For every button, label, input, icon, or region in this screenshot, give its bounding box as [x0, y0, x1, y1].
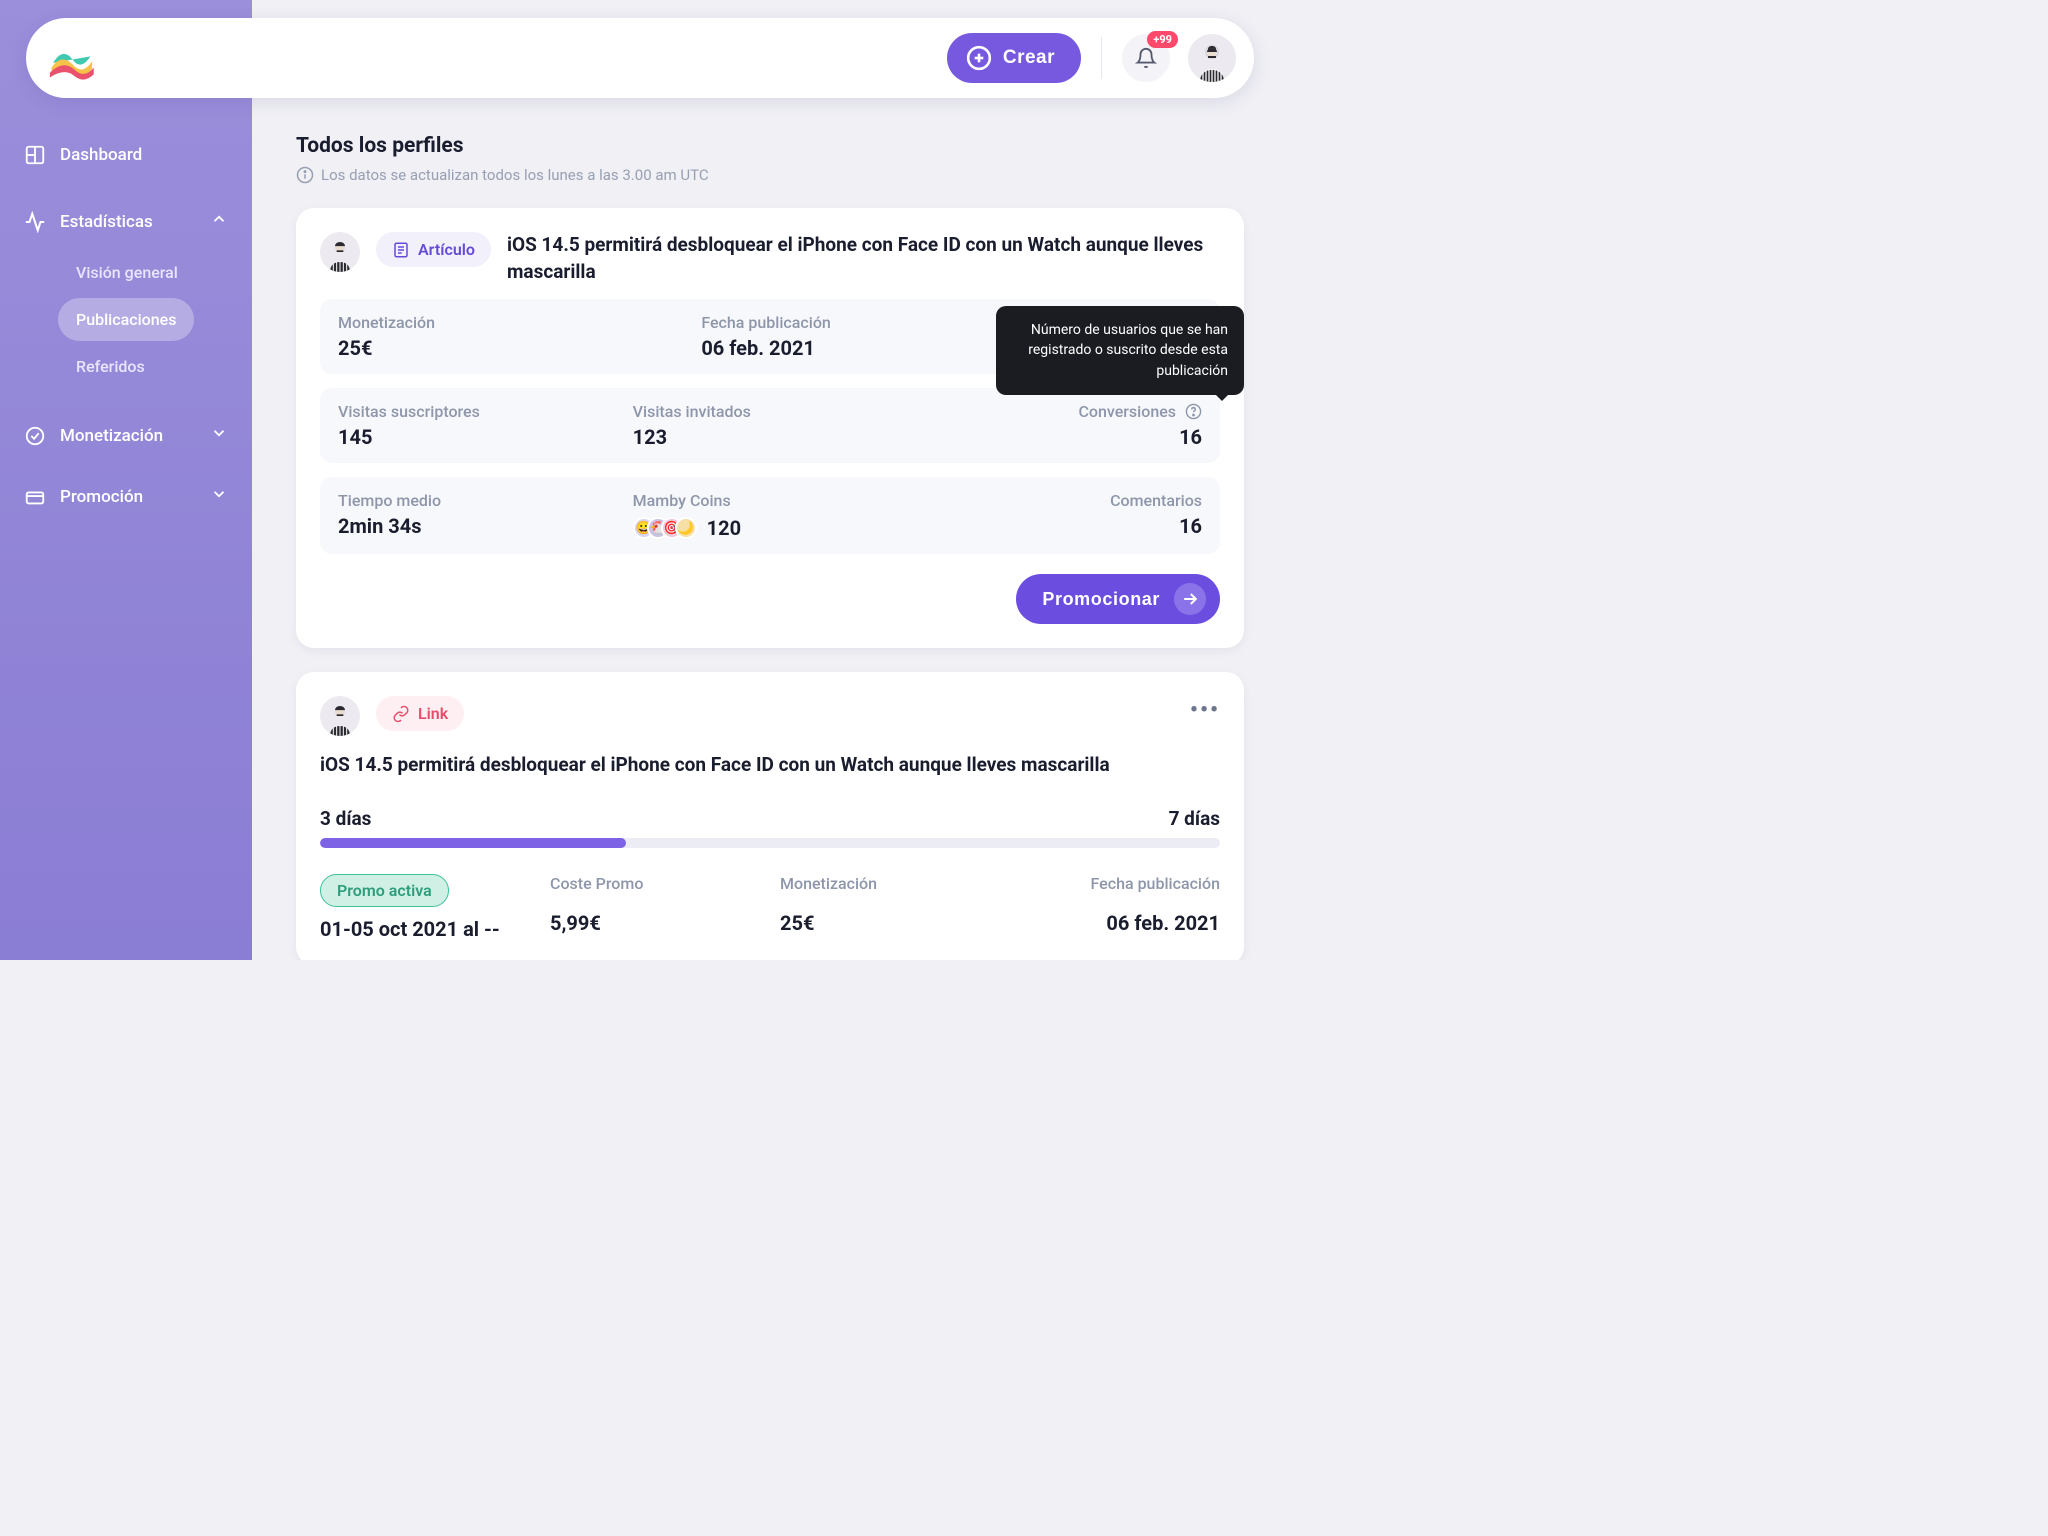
stat-label-monetization: Monetización: [780, 874, 990, 893]
create-label: Crear: [1003, 47, 1055, 69]
promo-active-badge: Promo activa: [320, 874, 449, 907]
sidebar-item-stats[interactable]: Estadísticas: [0, 196, 252, 247]
bell-icon: [1135, 47, 1157, 69]
stat-label-guest-visits: Visitas invitados: [633, 402, 908, 421]
page-title: Todos los perfiles: [296, 134, 1244, 158]
notifications-button[interactable]: +99: [1122, 34, 1170, 82]
divider: [1101, 37, 1102, 79]
progress-left-label: 3 días: [320, 807, 371, 830]
chevron-up-icon: [210, 210, 228, 233]
coins-group: 😀 🐔 🎯 🌙 120: [633, 516, 908, 540]
stat-val-guest-visits: 123: [633, 425, 908, 449]
author-avatar[interactable]: [320, 232, 360, 272]
content-type-pill-article: Artículo: [376, 232, 491, 267]
article-icon: [392, 241, 410, 259]
sidebar-sub-referrals[interactable]: Referidos: [58, 345, 163, 388]
sidebar-label-promotion: Promoción: [60, 487, 143, 507]
sidebar: Dashboard Estadísticas Visión general Pu…: [0, 0, 252, 960]
author-avatar[interactable]: [320, 696, 360, 736]
sidebar-label-dashboard: Dashboard: [60, 145, 142, 165]
post-title: iOS 14.5 permitirá desbloquear el iPhone…: [320, 752, 1220, 779]
sidebar-item-promotion[interactable]: Promoción: [0, 471, 252, 522]
stat-label-conversions: Conversiones: [927, 402, 1202, 421]
promote-button[interactable]: Promocionar: [1016, 574, 1220, 624]
main-content: Todos los perfiles Los datos se actualiz…: [252, 0, 1280, 960]
stat-val-pubdate: 06 feb. 2021: [701, 336, 1044, 360]
sidebar-label-stats: Estadísticas: [60, 212, 153, 232]
stat-val-monetization: 25€: [338, 336, 681, 360]
stat-label-pubdate: Fecha publicación: [701, 313, 1044, 332]
sidebar-item-dashboard[interactable]: Dashboard: [0, 130, 252, 180]
stat-label-avgtime: Tiempo medio: [338, 491, 613, 510]
help-icon[interactable]: [1184, 403, 1202, 421]
progress-labels: 3 días 7 días: [320, 807, 1220, 830]
progress-bar: [320, 838, 1220, 848]
sidebar-sub-publications[interactable]: Publicaciones: [58, 298, 194, 341]
monetization-icon: [24, 425, 46, 447]
avatar[interactable]: [1188, 34, 1236, 82]
stat-val-avgtime: 2min 34s: [338, 514, 613, 538]
stat-label-comments: Comentarios: [927, 491, 1202, 510]
coin-icon: 🌙: [675, 517, 697, 539]
promotion-icon: [24, 486, 46, 508]
page-subtitle: Los datos se actualizan todos los lunes …: [296, 166, 1244, 184]
arrow-right-icon: [1174, 583, 1206, 615]
progress-fill: [320, 838, 626, 848]
stat-label-pubdate: Fecha publicación: [1010, 874, 1220, 893]
stat-label-sub-visits: Visitas suscriptores: [338, 402, 613, 421]
stat-val-sub-visits: 145: [338, 425, 613, 449]
create-button[interactable]: Crear: [947, 33, 1081, 83]
sidebar-stats-submenu: Visión general Publicaciones Referidos: [0, 247, 252, 396]
stat-val-comments: 16: [927, 514, 1202, 538]
stat-val-promo-cost: 5,99€: [550, 911, 760, 935]
stat-label-coins: Mamby Coins: [633, 491, 908, 510]
info-icon: [296, 166, 314, 184]
dashboard-icon: [24, 144, 46, 166]
chevron-down-icon: [210, 485, 228, 508]
publication-card-link: ••• Link iOS 14.5 permitirá desbloquear …: [296, 672, 1244, 960]
stat-val-pubdate: 06 feb. 2021: [1010, 911, 1220, 935]
card-menu-button[interactable]: •••: [1190, 698, 1220, 723]
chevron-down-icon: [210, 424, 228, 447]
logo[interactable]: [44, 31, 98, 85]
content-type-pill-link: Link: [376, 696, 464, 731]
page-header: Todos los perfiles Los datos se actualiz…: [296, 134, 1244, 184]
progress-right-label: 7 días: [1169, 807, 1220, 830]
post-title: iOS 14.5 permitirá desbloquear el iPhone…: [507, 232, 1220, 285]
sidebar-item-monetization[interactable]: Monetización: [0, 410, 252, 461]
sidebar-label-monetization: Monetización: [60, 426, 163, 446]
notif-badge: +99: [1147, 31, 1178, 48]
activity-icon: [24, 211, 46, 233]
stat-val-coins: 120: [707, 516, 741, 540]
stat-label-monetization: Monetización: [338, 313, 681, 332]
stat-val-conversions: 16: [927, 425, 1202, 449]
promo-daterange: 01-05 oct 2021 al --: [320, 917, 530, 941]
link-icon: [392, 705, 410, 723]
conversions-tooltip: Número de usuarios que se han registrado…: [996, 306, 1244, 395]
topnav: Crear +99: [26, 18, 1254, 98]
publication-card-article: Número de usuarios que se han registrado…: [296, 208, 1244, 648]
plus-icon: [965, 44, 993, 72]
stat-label-promo-cost: Coste Promo: [550, 874, 760, 893]
sidebar-sub-overview[interactable]: Visión general: [58, 251, 196, 294]
stat-val-monetization: 25€: [780, 911, 990, 935]
